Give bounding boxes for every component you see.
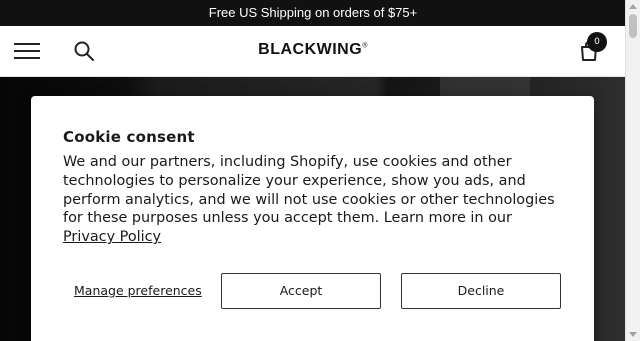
scrollbar-thumb[interactable] (629, 14, 637, 38)
cookie-title: Cookie consent (63, 128, 195, 146)
cookie-body-text: We and our partners, including Shopify, … (63, 154, 555, 227)
announcement-text: Free US Shipping on orders of $75+ (208, 5, 418, 20)
scroll-down-arrow-icon[interactable] (629, 332, 637, 337)
scroll-up-arrow-icon[interactable] (629, 4, 637, 9)
cookie-description: We and our partners, including Shopify, … (63, 153, 563, 247)
cookie-consent-dialog: Cookie consent We and our partners, incl… (31, 96, 594, 341)
cart-count-badge: 0 (587, 32, 607, 52)
site-header: BLACKWING® 0 (0, 26, 626, 77)
site-logo[interactable]: BLACKWING® (0, 41, 626, 59)
logo-text: BLACKWING (258, 41, 363, 58)
logo-registered-mark: ® (362, 42, 368, 50)
privacy-policy-link[interactable]: Privacy Policy (63, 229, 161, 245)
page: Free US Shipping on orders of $75+ BLACK… (0, 0, 640, 341)
manage-preferences-link[interactable]: Manage preferences (74, 283, 202, 298)
decline-button[interactable]: Decline (401, 273, 561, 309)
announcement-bar: Free US Shipping on orders of $75+ (0, 0, 626, 26)
vertical-scrollbar[interactable] (625, 0, 640, 341)
accept-button[interactable]: Accept (221, 273, 381, 309)
